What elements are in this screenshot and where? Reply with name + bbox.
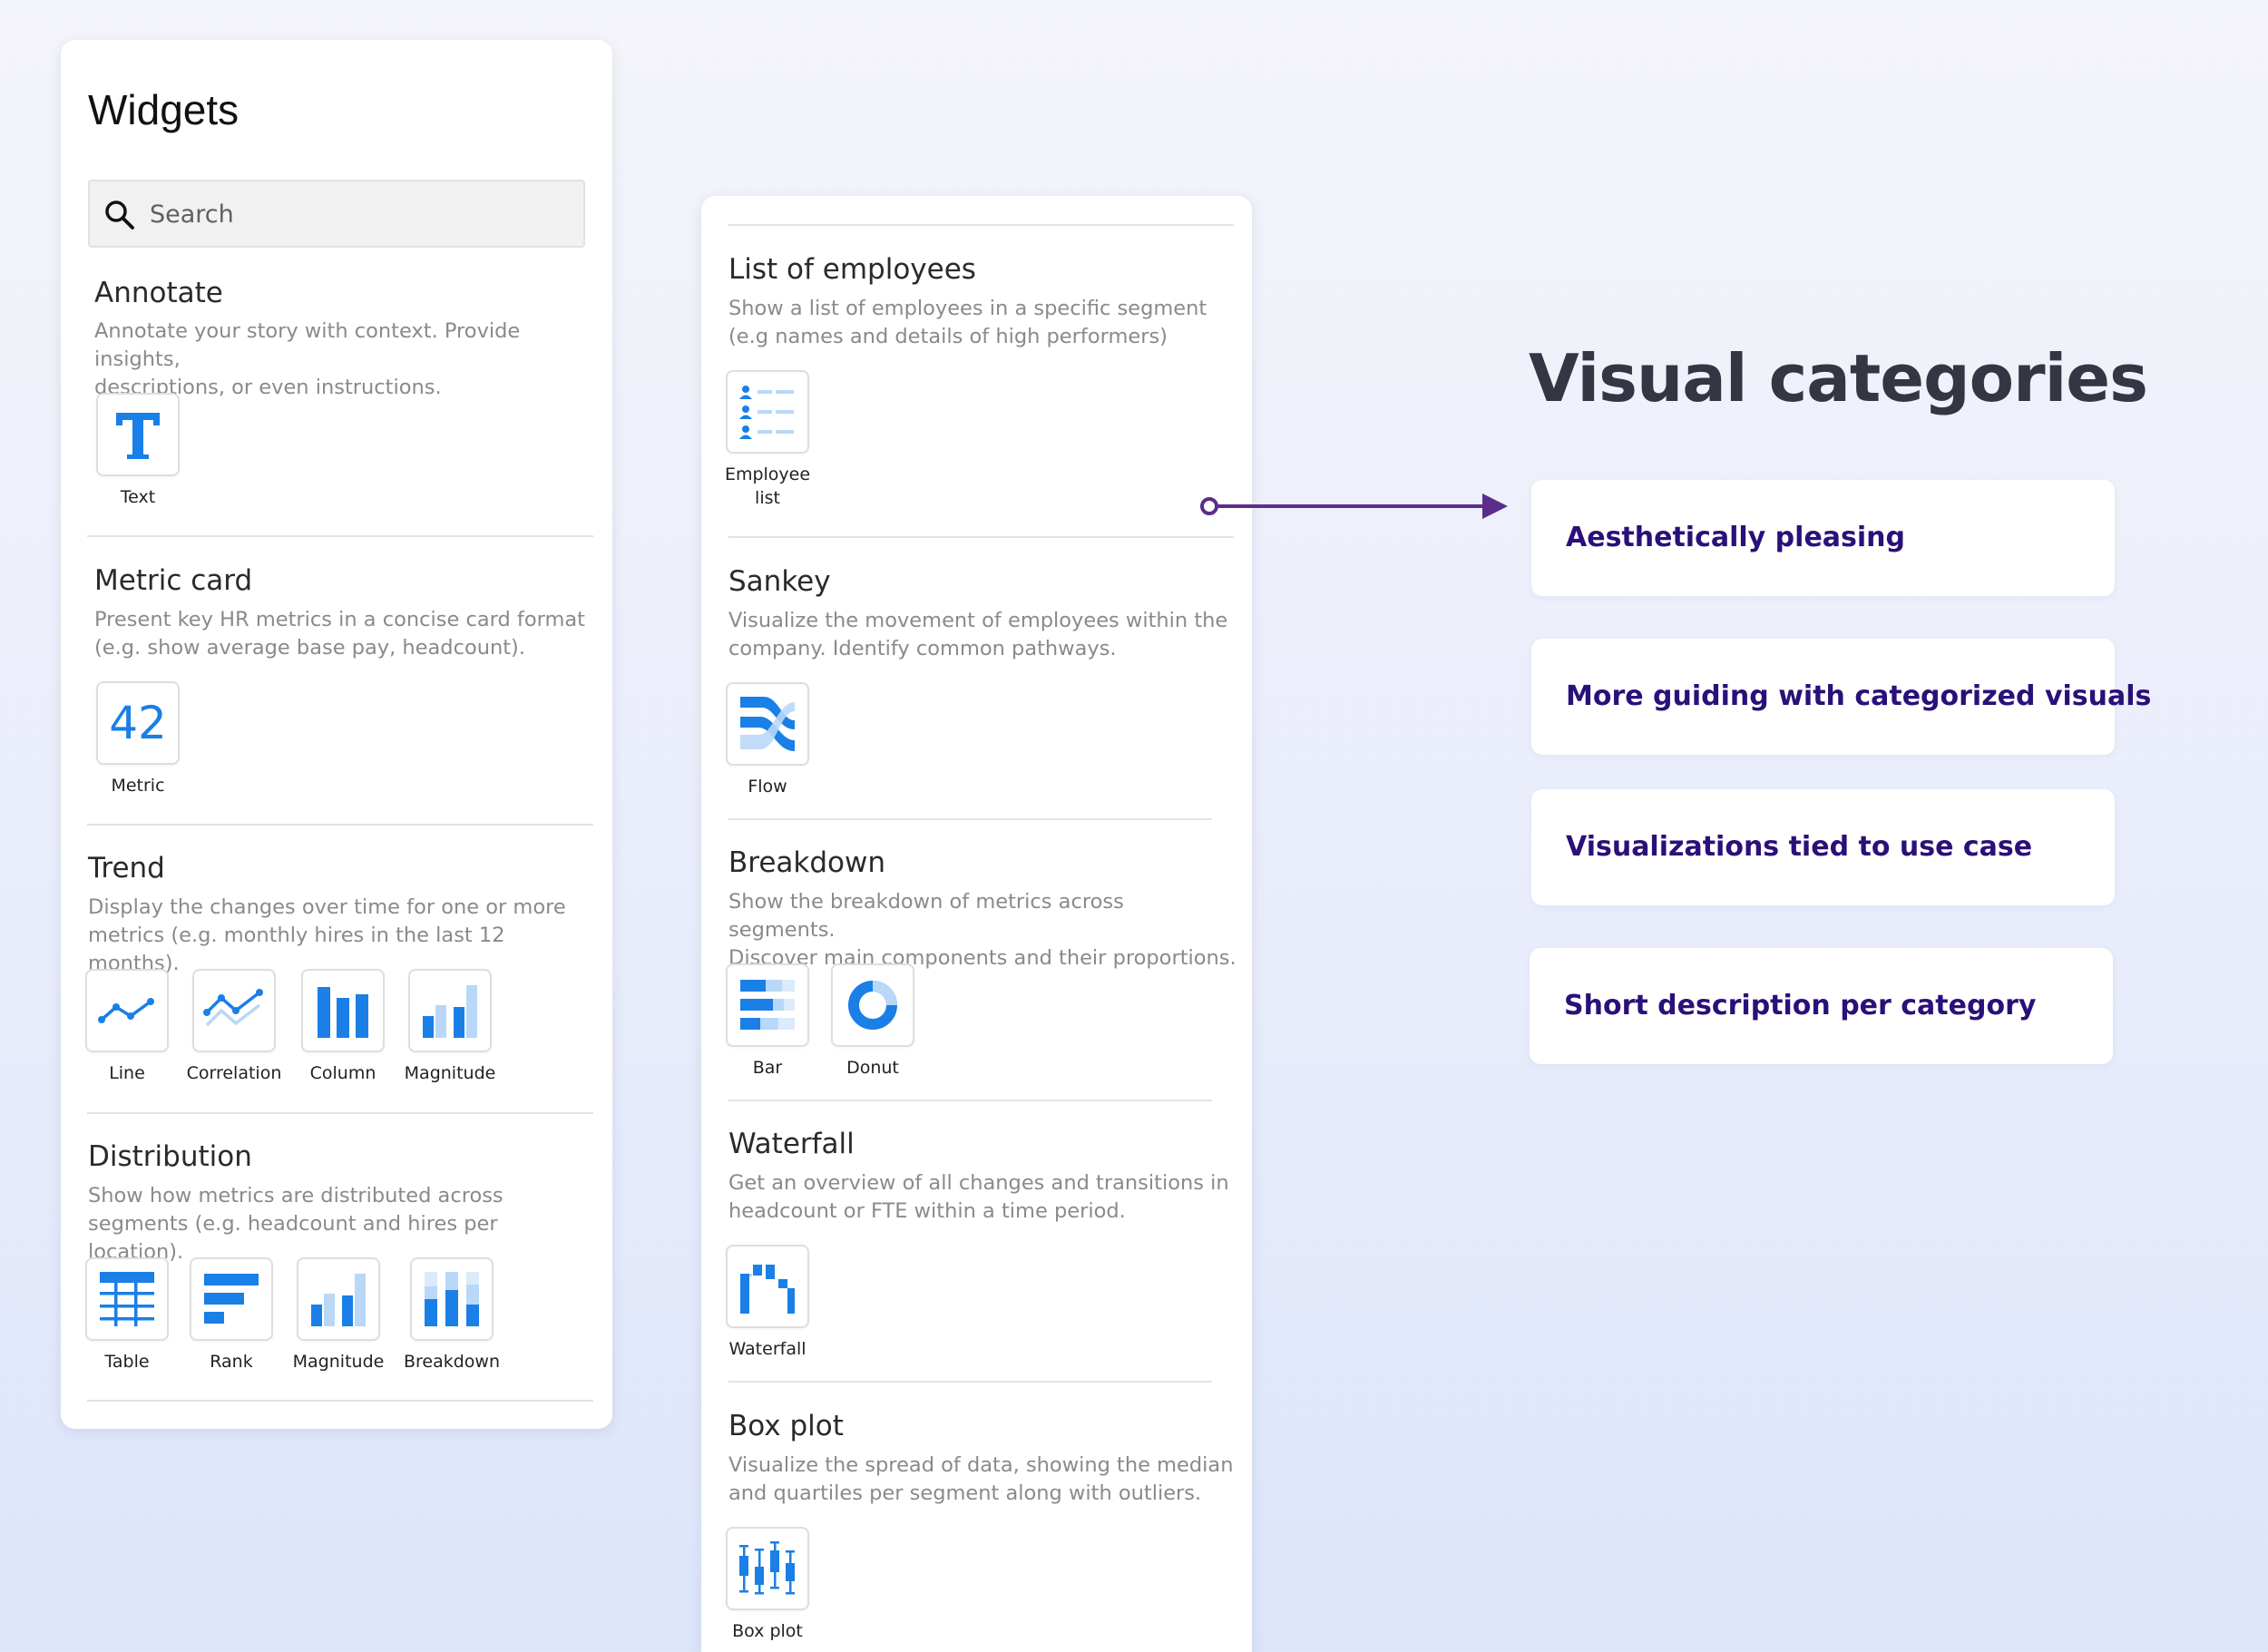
- text-icon: [96, 393, 180, 476]
- stacked-bar-icon: [726, 963, 809, 1047]
- widget-tile-bar[interactable]: Bar: [709, 963, 826, 1080]
- section-divider: [728, 536, 1234, 538]
- section-title-box-plot: Box plot: [728, 1410, 844, 1442]
- widgets-panel: Widgets Annotate Annotate your story wit…: [61, 40, 612, 1429]
- donut-chart-icon: [831, 963, 914, 1047]
- sankey-flow-icon: [726, 682, 809, 766]
- section-description: Annotate your story with context. Provid…: [94, 319, 521, 399]
- section-divider: [87, 824, 593, 826]
- annotation-title: Visual categories: [1529, 340, 2148, 416]
- section-description: Visualize the movement of employees with…: [728, 609, 1228, 660]
- widget-tile-magnitude[interactable]: Magnitude: [391, 969, 509, 1085]
- widget-tile-box-plot[interactable]: Box plot: [709, 1527, 826, 1643]
- table-icon: [85, 1257, 169, 1341]
- section-divider: [87, 1112, 593, 1114]
- section-divider: [87, 535, 593, 537]
- correlation-chart-icon: [192, 969, 276, 1052]
- waterfall-chart-icon: [726, 1245, 809, 1328]
- widget-tile-metric[interactable]: 42 Metric: [79, 681, 197, 797]
- metric-number-icon: 42: [96, 681, 180, 765]
- section-divider: [87, 1400, 593, 1402]
- box-plot-icon: [726, 1527, 809, 1610]
- section-title-sankey: Sankey: [728, 565, 831, 598]
- annotation-point-card: Aesthetically pleasing: [1531, 480, 2115, 596]
- section-description: Visualize the spread of data, showing th…: [728, 1453, 1234, 1505]
- widget-tile-flow[interactable]: Flow: [709, 682, 826, 798]
- magnitude-chart-icon: [408, 969, 492, 1052]
- widget-tile-line[interactable]: Line: [68, 969, 186, 1085]
- column-chart-icon: [301, 969, 385, 1052]
- stacked-breakdown-icon: [410, 1257, 494, 1341]
- section-title: Distribution: [88, 1140, 252, 1173]
- section-divider: [728, 1381, 1212, 1383]
- section-description: Show how metrics are distributed across …: [88, 1184, 503, 1264]
- search-icon: [105, 200, 134, 230]
- section-description: Display the changes over time for one or…: [88, 895, 566, 975]
- widget-tile-breakdown[interactable]: Breakdown: [393, 1257, 511, 1373]
- section-description: Get an overview of all changes and trans…: [728, 1171, 1229, 1223]
- rank-chart-icon: [190, 1257, 273, 1341]
- section-title-list-of-employees: List of employees: [728, 253, 976, 286]
- employee-list-icon: [726, 370, 809, 454]
- annotation-point-card: Visualizations tied to use case: [1531, 789, 2115, 905]
- section-divider: [728, 818, 1212, 820]
- section-title: Annotate: [94, 277, 223, 309]
- section-divider: [728, 224, 1234, 226]
- widget-tile-donut[interactable]: Donut: [814, 963, 932, 1080]
- section-description: Present key HR metrics in a concise card…: [94, 608, 585, 660]
- panel-title: Widgets: [88, 86, 240, 133]
- widget-tile-column[interactable]: Column: [284, 969, 402, 1085]
- widget-tile-employee-list[interactable]: Employee list: [709, 370, 826, 510]
- connector-arrow: [1200, 494, 1508, 519]
- section-description: Show a list of employees in a specific s…: [728, 297, 1207, 348]
- search-input[interactable]: [150, 192, 567, 236]
- widget-tile-text[interactable]: Text: [79, 393, 197, 509]
- search-field[interactable]: [88, 180, 585, 248]
- magnitude-chart-icon: [297, 1257, 380, 1341]
- section-title: Trend: [88, 852, 165, 885]
- annotation-point-card: Short description per category: [1530, 948, 2113, 1064]
- section-description: Show the breakdown of metrics across seg…: [728, 890, 1237, 970]
- section-title: Metric card: [94, 564, 253, 597]
- section-divider: [728, 1100, 1212, 1101]
- line-chart-icon: [85, 969, 169, 1052]
- visual-categories-panel: List of employees Show a list of employe…: [701, 196, 1252, 1652]
- widget-tile-rank[interactable]: Rank: [172, 1257, 290, 1373]
- widget-tile-magnitude-distribution[interactable]: Magnitude: [279, 1257, 397, 1373]
- widget-tile-table[interactable]: Table: [68, 1257, 186, 1373]
- section-title-waterfall: Waterfall: [728, 1128, 855, 1160]
- annotation-point-card: More guiding with categorized visuals: [1531, 639, 2151, 755]
- widget-tile-correlation[interactable]: Correlation: [175, 969, 293, 1085]
- section-title-breakdown: Breakdown: [728, 846, 885, 879]
- widget-tile-waterfall[interactable]: Waterfall: [709, 1245, 826, 1361]
